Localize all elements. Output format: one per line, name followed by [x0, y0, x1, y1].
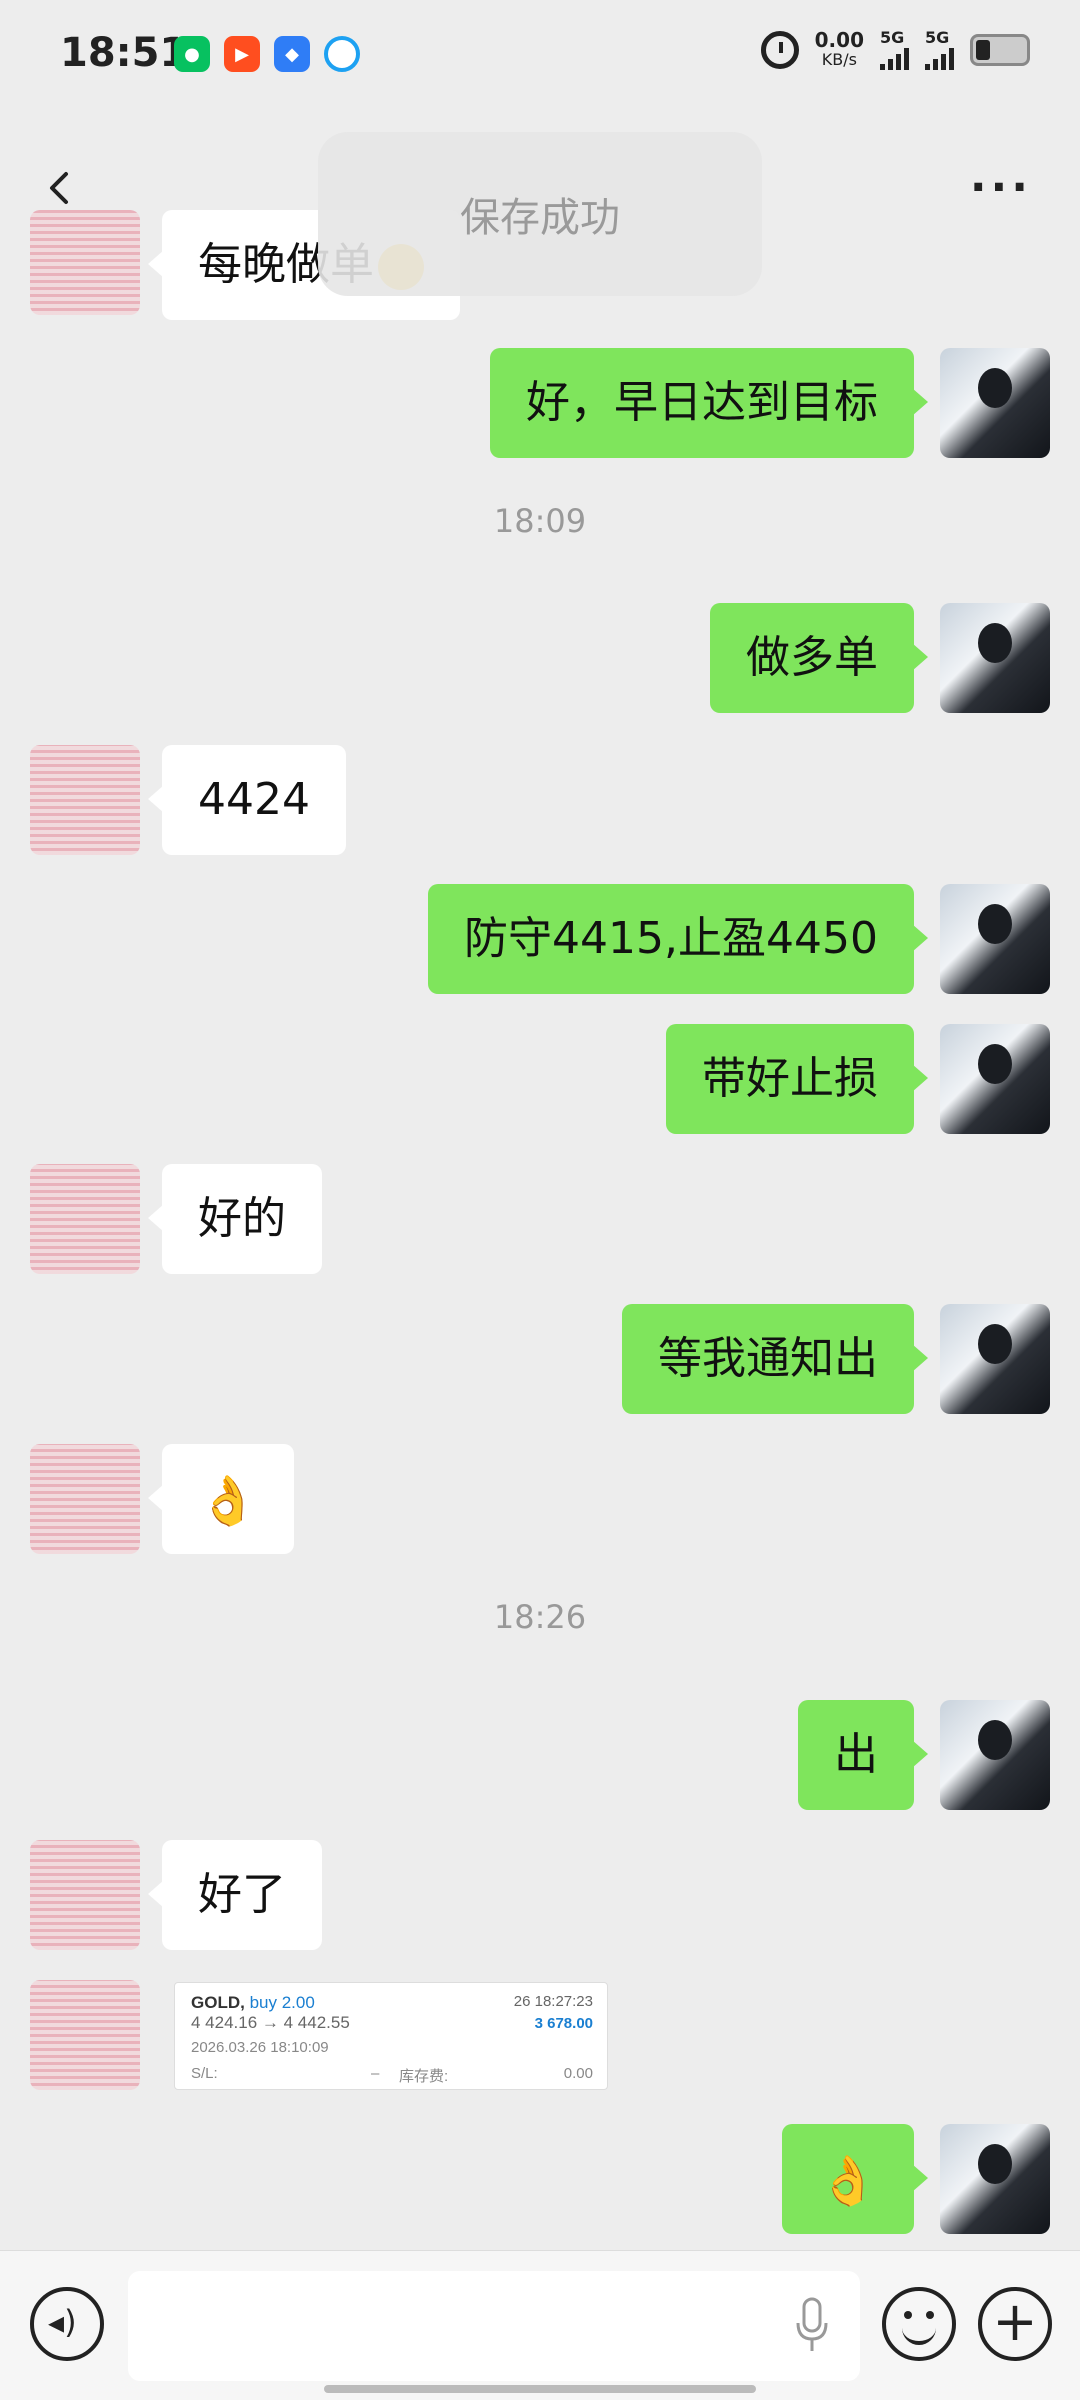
- save-success-toast: 保存成功: [318, 132, 762, 296]
- time-separator: 18:26: [493, 1598, 587, 1636]
- chat-area[interactable]: 每晚做单 好，早日达到目标 18:09 做多单 4424 防守4415,止盈44…: [0, 0, 1080, 2250]
- my-avatar[interactable]: [940, 1304, 1050, 1414]
- trade-screenshot-card[interactable]: GOLD, buy 2.00 4 424.16 → 4 442.55 2026.…: [174, 1982, 608, 2090]
- message-bubble-self[interactable]: 带好止损: [666, 1024, 928, 1134]
- message-text: 做多单: [746, 632, 878, 683]
- ok-hand-emoji-icon: 👌: [198, 1473, 258, 1529]
- more-functions-button[interactable]: +: [978, 2287, 1052, 2361]
- ok-hand-emoji-icon: 👌: [818, 2153, 878, 2209]
- my-avatar[interactable]: [940, 1024, 1050, 1134]
- message-text: 等我通知出: [658, 1333, 878, 1384]
- trade-open-time: 2026.03.26 18:10:09: [191, 2039, 329, 2056]
- message-text: 4424: [198, 774, 310, 825]
- message-text: 防守4415,止盈4450: [464, 913, 878, 964]
- my-avatar[interactable]: [940, 884, 1050, 994]
- trade-profit: 3 678.00: [534, 2015, 593, 2032]
- message-bubble-self[interactable]: 👌: [782, 2124, 928, 2234]
- message-input[interactable]: [128, 2271, 860, 2381]
- trade-prices: 4 424.16 → 4 442.55: [191, 2013, 350, 2032]
- message-text: 带好止损: [702, 1053, 878, 1104]
- message-text: 好了: [198, 1869, 286, 1920]
- message-text: 出: [834, 1729, 878, 1780]
- contact-avatar[interactable]: [30, 745, 140, 855]
- message-bubble-self[interactable]: 做多单: [710, 603, 928, 713]
- my-avatar[interactable]: [940, 603, 1050, 713]
- message-bubble-self[interactable]: 等我通知出: [622, 1304, 928, 1414]
- trade-swap-label: 库存费:: [399, 2068, 449, 2085]
- contact-avatar[interactable]: [30, 1980, 140, 2090]
- trade-side: buy 2.00: [249, 1993, 315, 2012]
- microphone-icon[interactable]: [794, 2297, 830, 2353]
- message-bubble-other[interactable]: 👌: [148, 1444, 294, 1554]
- emoji-button[interactable]: [882, 2287, 956, 2361]
- message-bubble-self[interactable]: 出: [798, 1700, 928, 1810]
- message-bubble-other[interactable]: 好了: [148, 1840, 322, 1950]
- my-avatar[interactable]: [940, 1700, 1050, 1810]
- message-bubble-self[interactable]: 防守4415,止盈4450: [428, 884, 928, 994]
- trade-symbol-line: GOLD, buy 2.00: [191, 1993, 315, 2013]
- back-arrow-icon[interactable]: [40, 168, 80, 208]
- trade-symbol: GOLD,: [191, 1993, 245, 2012]
- contact-avatar[interactable]: [30, 1840, 140, 1950]
- message-text: 好的: [198, 1193, 286, 1244]
- home-indicator[interactable]: [324, 2385, 756, 2393]
- contact-avatar[interactable]: [30, 1164, 140, 1274]
- message-bubble-self[interactable]: 好，早日达到目标: [490, 348, 928, 458]
- trade-close-time: 26 18:27:23: [513, 1993, 593, 2010]
- trade-swap-value: 0.00: [563, 2065, 593, 2082]
- message-text: 好，早日达到目标: [526, 377, 878, 428]
- input-bar: +: [0, 2250, 1080, 2400]
- voice-input-button[interactable]: [30, 2287, 104, 2361]
- trade-sl-value: –: [371, 2065, 380, 2082]
- more-options-icon[interactable]: ···: [970, 166, 1032, 210]
- my-avatar[interactable]: [940, 348, 1050, 458]
- message-bubble-other[interactable]: 4424: [148, 745, 346, 855]
- time-separator: 18:09: [493, 502, 587, 540]
- my-avatar[interactable]: [940, 2124, 1050, 2234]
- trade-sl-label: S/L:: [191, 2065, 218, 2082]
- title-bar: 保存成功 ···: [0, 120, 1080, 296]
- message-bubble-other[interactable]: 好的: [148, 1164, 322, 1274]
- contact-avatar[interactable]: [30, 1444, 140, 1554]
